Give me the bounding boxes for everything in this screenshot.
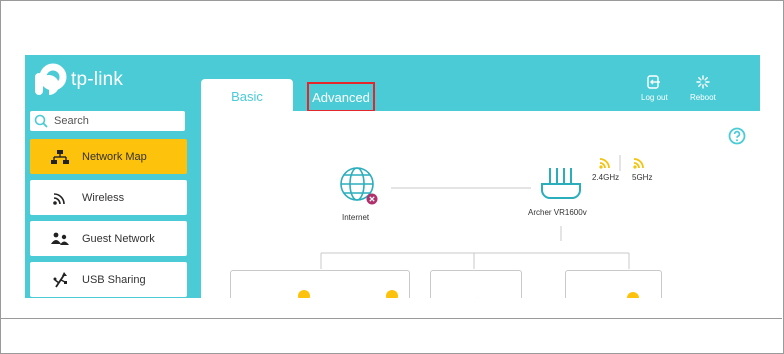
usb-card[interactable] (430, 270, 522, 298)
reboot-icon (696, 75, 710, 89)
reboot-label: Reboot (690, 93, 716, 102)
router-label: Archer VR1600v (528, 208, 587, 217)
logout-label: Log out (641, 93, 668, 102)
usb-icon (50, 270, 70, 290)
reboot-button[interactable]: Reboot (690, 75, 716, 102)
guest-network-icon (50, 229, 70, 249)
sidebar-item-label: Guest Network (82, 232, 155, 245)
internet-label: Internet (342, 213, 370, 222)
usb-device-icon (476, 297, 478, 298)
clients-card[interactable] (230, 270, 410, 298)
tab-advanced[interactable]: Advanced (307, 82, 375, 112)
count-badge (627, 292, 639, 298)
tp-link-logo-icon (33, 63, 67, 97)
sidebar-item-usb-sharing[interactable]: USB Sharing (30, 262, 187, 297)
device-icon (604, 295, 624, 298)
count-badge (386, 290, 398, 298)
computer-icon (261, 293, 301, 298)
router-admin-app: tp-link Network Map (25, 55, 760, 298)
band-5ghz-label: 5GHz (632, 173, 653, 182)
band-separator (619, 155, 621, 171)
computer-icon (349, 293, 389, 298)
logo-text: tp-link (71, 69, 124, 90)
globe-icon (340, 167, 378, 205)
router-icon (541, 168, 581, 199)
count-badge (298, 290, 310, 298)
frame-divider (0, 318, 782, 319)
tp-link-logo[interactable]: tp-link (33, 63, 123, 97)
logout-button[interactable]: Log out (641, 75, 668, 102)
tab-basic[interactable]: Basic (201, 79, 293, 113)
search-icon (34, 114, 48, 128)
wifi-5ghz-icon (633, 158, 644, 169)
sidebar-item-label: USB Sharing (82, 273, 146, 286)
sidebar-item-label: Network Map (82, 150, 147, 163)
sidebar-item-label: Wireless (82, 191, 125, 204)
logout-icon (647, 75, 661, 89)
extender-card[interactable] (565, 270, 662, 298)
sidebar-item-guest-network[interactable]: Guest Network (30, 221, 187, 256)
search-input[interactable] (52, 114, 176, 128)
sidebar-item-network-map[interactable]: Network Map (30, 139, 187, 174)
band-24ghz-label: 2.4GHz (592, 173, 620, 182)
wireless-icon (50, 188, 70, 208)
network-map-icon (50, 147, 70, 167)
search-box[interactable] (30, 111, 185, 131)
wifi-24ghz-icon (599, 158, 610, 169)
sidebar-item-wireless[interactable]: Wireless (30, 180, 187, 215)
